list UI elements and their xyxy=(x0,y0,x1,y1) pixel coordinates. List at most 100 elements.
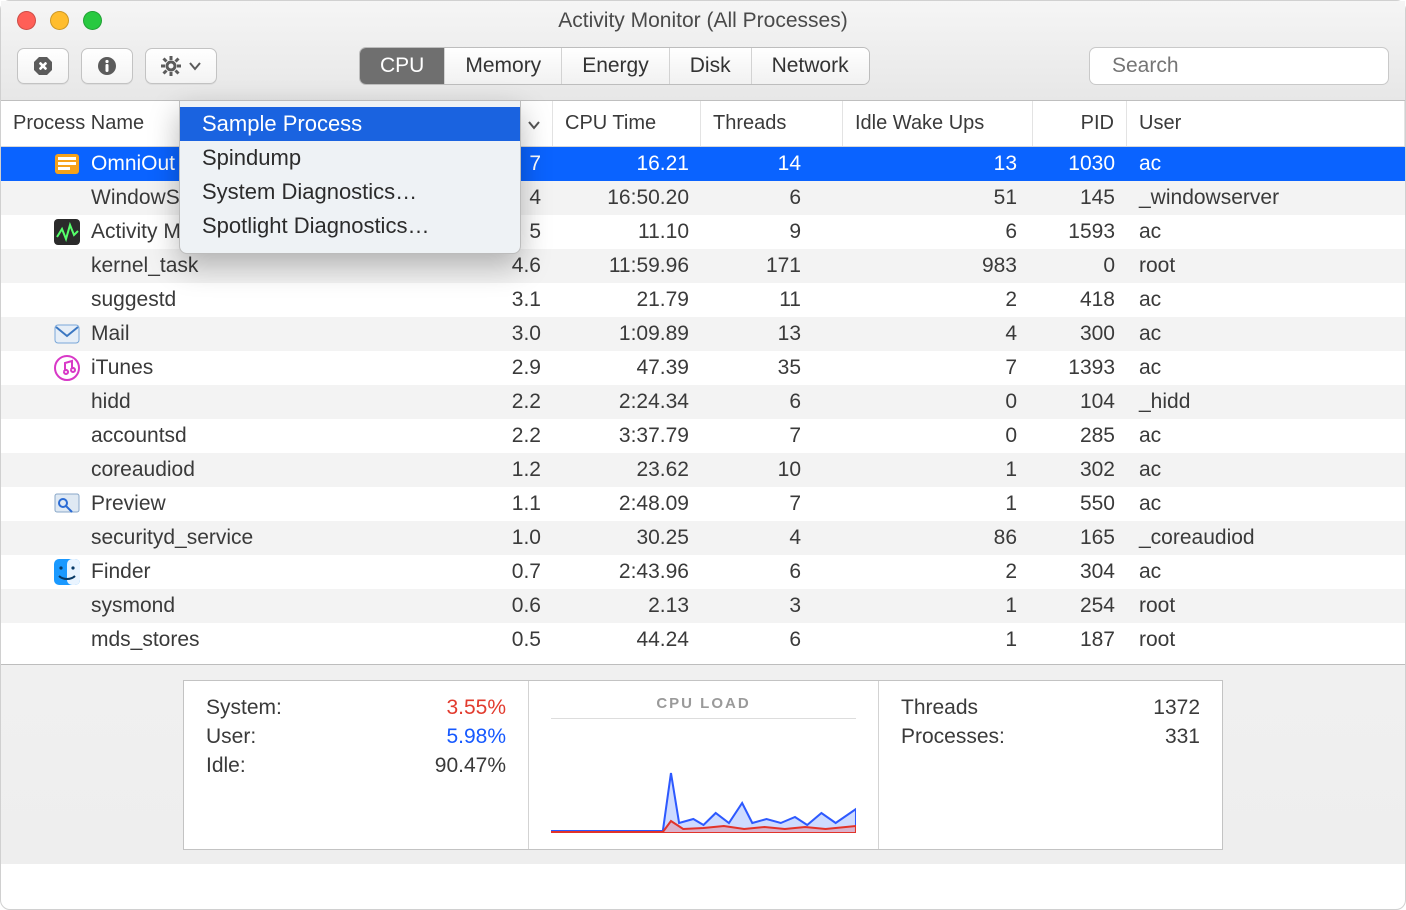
zoom-window-button[interactable] xyxy=(83,11,102,30)
table-row[interactable]: coreaudiod1.223.62101302ac xyxy=(1,453,1405,487)
pid-value: 1030 xyxy=(1033,147,1127,181)
search-field[interactable] xyxy=(1089,47,1389,85)
tab-bar: CPU Memory Energy Disk Network xyxy=(359,47,870,85)
wake-value: 0 xyxy=(843,385,1033,419)
tab-memory[interactable]: Memory xyxy=(444,48,561,84)
app-icon xyxy=(53,252,81,280)
process-name: Mail xyxy=(91,322,130,346)
process-name: mds_stores xyxy=(91,628,200,652)
window-title: Activity Monitor (All Processes) xyxy=(558,9,847,33)
table-row[interactable]: hidd2.22:24.3460104_hidd xyxy=(1,385,1405,419)
cpu-time-value: 23.62 xyxy=(553,453,701,487)
cpu-value: 3.0 xyxy=(441,317,553,351)
cpu-value: 2.2 xyxy=(441,419,553,453)
app-icon xyxy=(53,558,81,586)
menu-item-spindump[interactable]: Spindump xyxy=(180,141,520,175)
titlebar: Activity Monitor (All Processes) xyxy=(1,1,1405,101)
threads-value: 6 xyxy=(701,181,843,215)
wake-value: 7 xyxy=(843,351,1033,385)
search-input[interactable] xyxy=(1112,54,1383,78)
process-name: accountsd xyxy=(91,424,187,448)
cpu-value: 3.1 xyxy=(441,283,553,317)
stop-process-button[interactable] xyxy=(17,48,69,84)
process-name: Finder xyxy=(91,560,151,584)
cpu-value: 1.0 xyxy=(441,521,553,555)
cpu-time-value: 3:37.79 xyxy=(553,419,701,453)
menu-item-spotlight-diagnostics[interactable]: Spotlight Diagnostics… xyxy=(180,209,520,243)
table-row[interactable]: securityd_service1.030.25486165_coreaudi… xyxy=(1,521,1405,555)
window-controls xyxy=(17,11,102,30)
tab-network[interactable]: Network xyxy=(751,48,869,84)
wake-value: 2 xyxy=(843,555,1033,589)
cpu-time-value: 2.13 xyxy=(553,589,701,623)
threads-value: 171 xyxy=(701,249,843,283)
pid-value: 1593 xyxy=(1033,215,1127,249)
process-name: WindowS xyxy=(91,186,180,210)
app-icon xyxy=(53,592,81,620)
info-button[interactable] xyxy=(81,48,133,84)
threads-value: 6 xyxy=(701,385,843,419)
tab-cpu[interactable]: CPU xyxy=(360,48,444,84)
cpu-value: 1.1 xyxy=(441,487,553,521)
threads-value: 11 xyxy=(701,283,843,317)
app-icon xyxy=(53,286,81,314)
pid-value: 304 xyxy=(1033,555,1127,589)
user-value: ac xyxy=(1127,555,1405,589)
table-row[interactable]: Preview1.12:48.0971550ac xyxy=(1,487,1405,521)
table-row[interactable]: iTunes2.947.393571393ac xyxy=(1,351,1405,385)
menu-item-sample-process[interactable]: Sample Process xyxy=(180,107,520,141)
idle-label: Idle: xyxy=(206,754,246,778)
cpu-time-value: 44.24 xyxy=(553,623,701,657)
pid-value: 145 xyxy=(1033,181,1127,215)
threads-value: 6 xyxy=(701,555,843,589)
wake-value: 2 xyxy=(843,283,1033,317)
menu-item-system-diagnostics[interactable]: System Diagnostics… xyxy=(180,175,520,209)
cpu-value: 1.2 xyxy=(441,453,553,487)
user-value: ac xyxy=(1127,215,1405,249)
table-row[interactable]: accountsd2.23:37.7970285ac xyxy=(1,419,1405,453)
table-row[interactable]: suggestd3.121.79112418ac xyxy=(1,283,1405,317)
column-cpu-time[interactable]: CPU Time xyxy=(553,101,701,146)
user-value: 5.98% xyxy=(446,725,506,749)
processes-label: Processes: xyxy=(901,725,1005,749)
minimize-window-button[interactable] xyxy=(50,11,69,30)
column-threads[interactable]: Threads xyxy=(701,101,843,146)
wake-value: 0 xyxy=(843,419,1033,453)
app-icon xyxy=(53,626,81,654)
cpu-load-label: CPU LOAD xyxy=(551,695,856,712)
wake-value: 1 xyxy=(843,453,1033,487)
threads-value: 14 xyxy=(701,147,843,181)
process-name: Preview xyxy=(91,492,166,516)
wake-value: 983 xyxy=(843,249,1033,283)
cpu-value: 2.2 xyxy=(441,385,553,419)
wake-value: 1 xyxy=(843,589,1033,623)
threads-value: 13 xyxy=(701,317,843,351)
tab-energy[interactable]: Energy xyxy=(561,48,669,84)
column-idle-wake[interactable]: Idle Wake Ups xyxy=(843,101,1033,146)
app-icon xyxy=(53,354,81,382)
summary-panel: System:3.55% User:5.98% Idle:90.47% CPU … xyxy=(183,680,1223,850)
table-row[interactable]: sysmond0.62.1331254root xyxy=(1,589,1405,623)
cpu-time-value: 47.39 xyxy=(553,351,701,385)
table-row[interactable]: Mail3.01:09.89134300ac xyxy=(1,317,1405,351)
cpu-value: 2.9 xyxy=(441,351,553,385)
chevron-down-icon xyxy=(528,119,540,131)
close-window-button[interactable] xyxy=(17,11,36,30)
cpu-time-value: 21.79 xyxy=(553,283,701,317)
user-value: root xyxy=(1127,623,1405,657)
process-name: Activity M xyxy=(91,220,181,244)
wake-value: 1 xyxy=(843,623,1033,657)
user-value: ac xyxy=(1127,283,1405,317)
gear-menu-button[interactable] xyxy=(145,48,217,84)
table-row[interactable]: mds_stores0.544.2461187root xyxy=(1,623,1405,657)
wake-value: 13 xyxy=(843,147,1033,181)
table-row[interactable]: Finder0.72:43.9662304ac xyxy=(1,555,1405,589)
column-pid[interactable]: PID xyxy=(1033,101,1127,146)
user-value: _windowserver xyxy=(1127,181,1405,215)
cpu-time-value: 11:59.96 xyxy=(553,249,701,283)
table-row[interactable]: kernel_task4.611:59.961719830root xyxy=(1,249,1405,283)
threads-value: 7 xyxy=(701,487,843,521)
column-user[interactable]: User xyxy=(1127,101,1405,146)
tab-disk[interactable]: Disk xyxy=(669,48,751,84)
gear-menu: Sample Process Spindump System Diagnosti… xyxy=(179,100,521,254)
